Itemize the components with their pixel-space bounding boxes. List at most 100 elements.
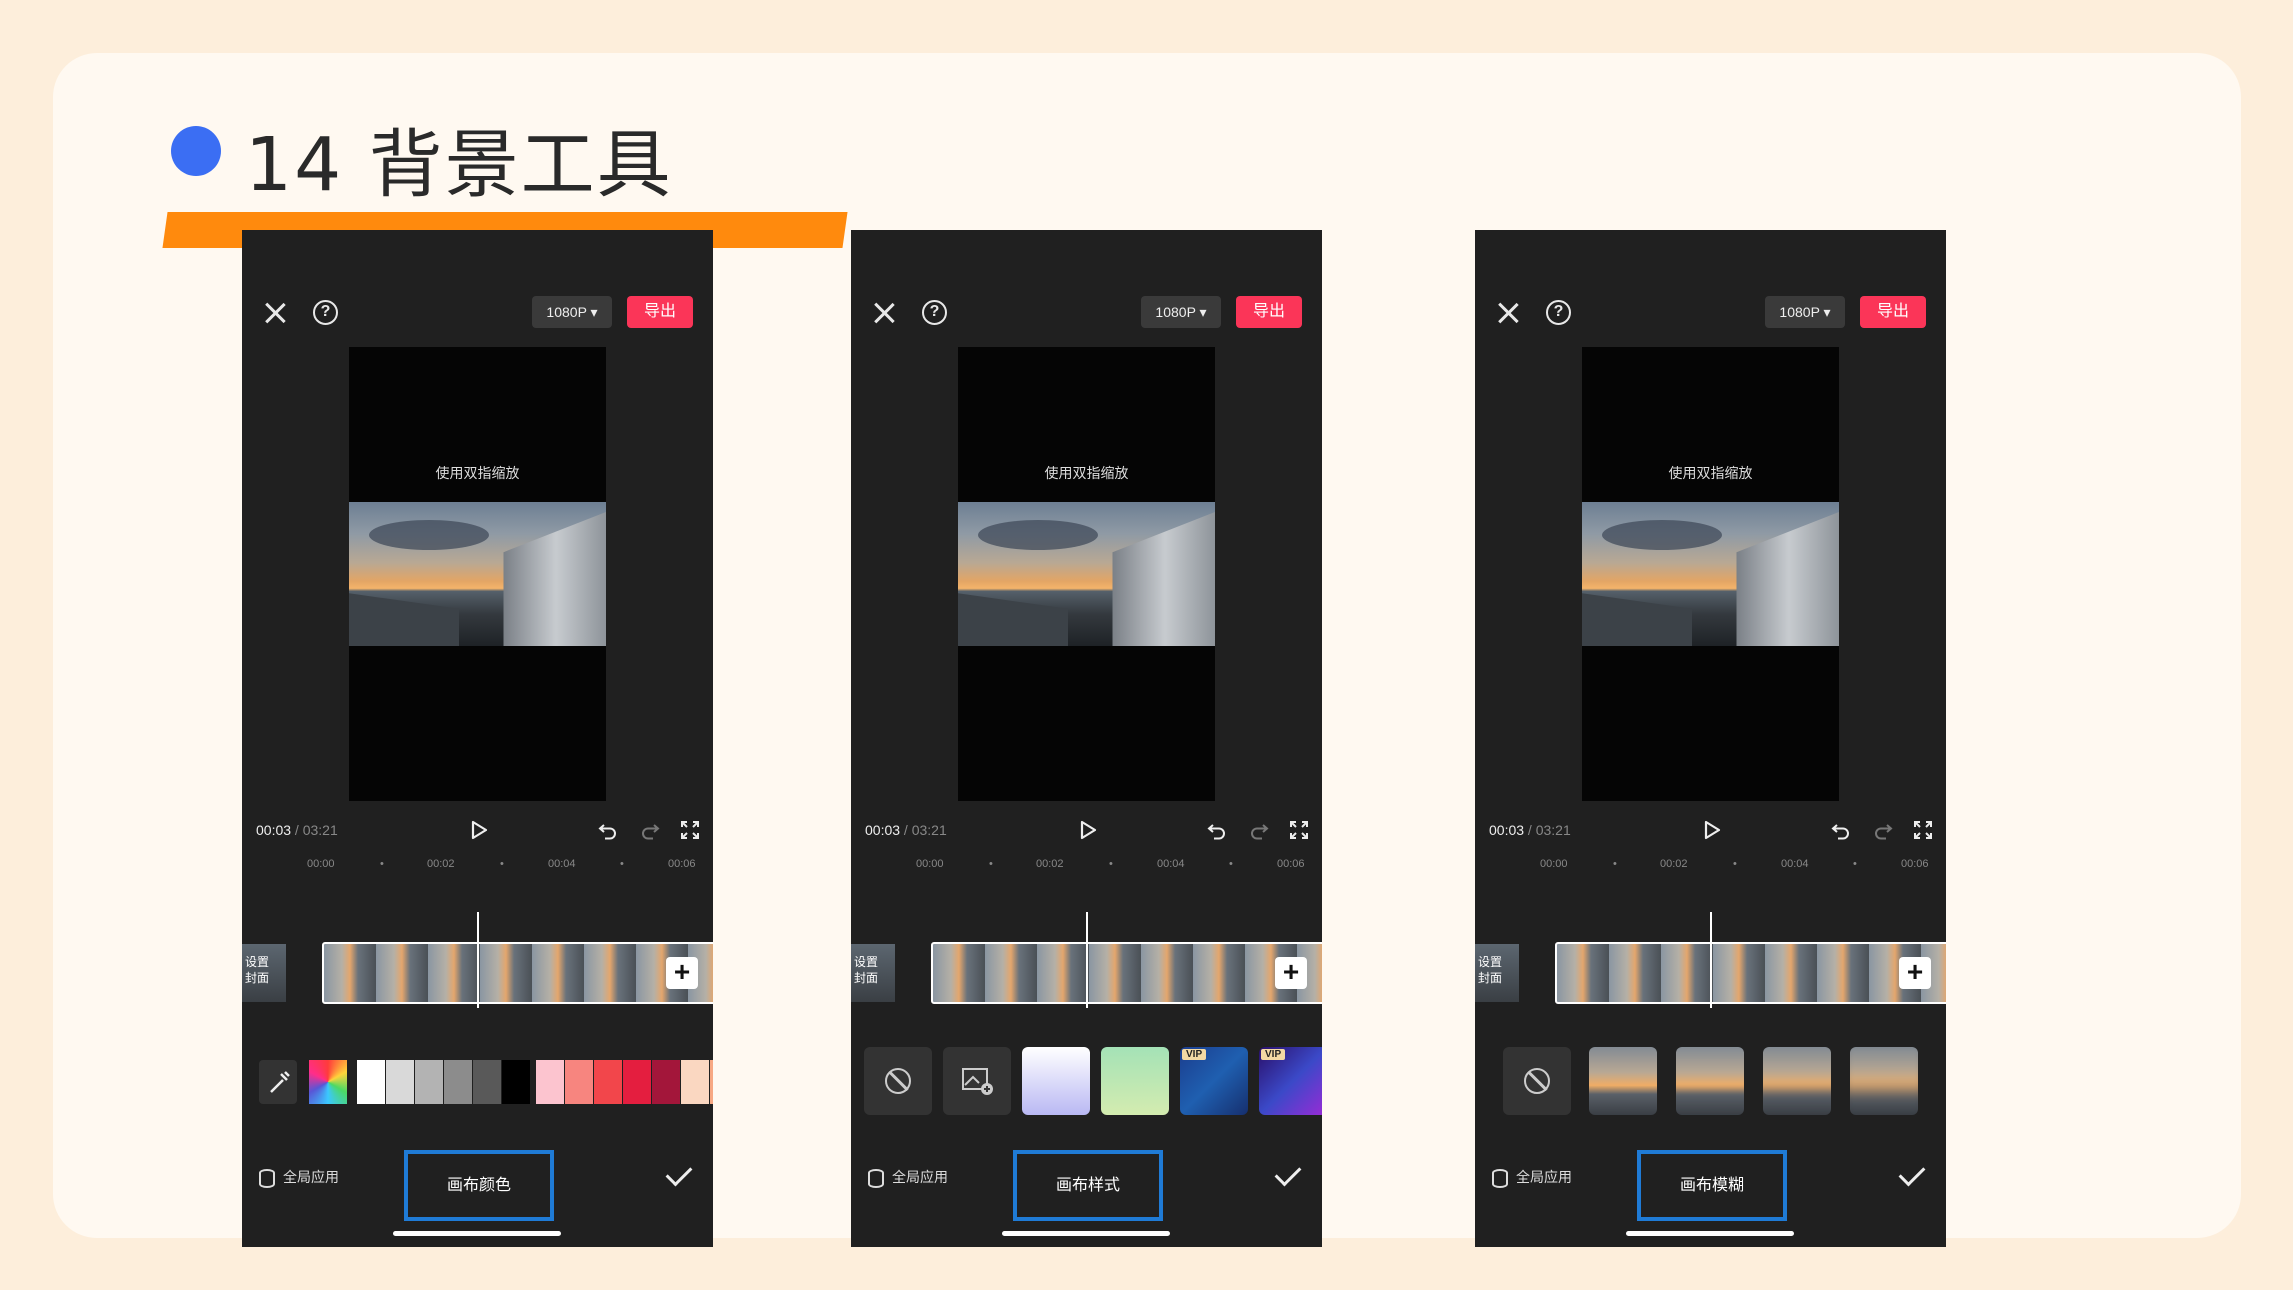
undo-icon[interactable] [1207, 820, 1227, 840]
help-icon[interactable]: ? [922, 300, 947, 325]
left-building [958, 593, 1068, 646]
playback-controls: 00:03 / 03:21 [1475, 816, 1946, 846]
ruler-tick: • [1109, 858, 1113, 870]
resolution-dropdown[interactable]: 1080P ▾ [532, 296, 612, 328]
blur-level-tile[interactable] [1589, 1047, 1657, 1115]
redo-icon[interactable] [640, 820, 660, 840]
sky-clouds [978, 520, 1098, 550]
color-swatch[interactable] [710, 1060, 713, 1104]
global-apply-button[interactable]: 全局应用 [868, 1167, 948, 1188]
ruler-tick: • [500, 858, 504, 870]
fullscreen-icon[interactable] [1913, 820, 1933, 840]
color-swatch[interactable] [386, 1060, 414, 1104]
blur-level-tile[interactable] [1850, 1047, 1918, 1115]
add-image-button[interactable] [943, 1047, 1011, 1115]
color-swatch[interactable] [502, 1060, 530, 1104]
confirm-check-icon[interactable] [1274, 1159, 1302, 1187]
canvas-tab[interactable]: 画布样式 [1013, 1150, 1163, 1221]
redo-icon[interactable] [1873, 820, 1893, 840]
color-swatch[interactable] [623, 1060, 651, 1104]
color-swatch[interactable] [594, 1060, 622, 1104]
set-cover-button[interactable]: 设置 封面 [851, 944, 895, 1002]
add-clip-button[interactable]: + [1275, 957, 1307, 989]
slide-title: 14 背景工具 [245, 122, 673, 208]
close-icon[interactable] [873, 302, 895, 324]
undo-icon[interactable] [1831, 820, 1851, 840]
style-tile[interactable] [1022, 1047, 1090, 1115]
ruler-tick: • [1853, 858, 1857, 870]
style-tile[interactable]: VIP [1180, 1047, 1248, 1115]
total-time: / 03:21 [291, 822, 338, 838]
color-swatch[interactable] [444, 1060, 472, 1104]
bottom-bar: 全局应用 画布颜色 [242, 1150, 713, 1221]
fullscreen-icon[interactable] [1289, 820, 1309, 840]
canvas-tab[interactable]: 画布颜色 [404, 1150, 554, 1221]
confirm-check-icon[interactable] [665, 1159, 693, 1187]
playback-controls: 00:03 / 03:21 [851, 816, 1322, 846]
resolution-dropdown[interactable]: 1080P ▾ [1141, 296, 1221, 328]
video-clip[interactable] [931, 942, 1322, 1004]
total-time: / 03:21 [900, 822, 947, 838]
video-preview[interactable]: 使用双指缩放 [958, 347, 1215, 801]
phone-screen-color: ? 1080P ▾ 导出 使用双指缩放 00:03 / 03:21 00:00 … [242, 230, 713, 1247]
color-swatch[interactable] [473, 1060, 501, 1104]
close-icon[interactable] [264, 302, 286, 324]
playhead[interactable] [1086, 912, 1088, 1008]
color-swatch[interactable] [681, 1060, 709, 1104]
export-button[interactable]: 导出 [627, 296, 693, 328]
blur-level-tile[interactable] [1763, 1047, 1831, 1115]
video-preview[interactable]: 使用双指缩放 [1582, 347, 1839, 801]
global-apply-button[interactable]: 全局应用 [259, 1167, 339, 1188]
phone-screen-style: ? 1080P ▾ 导出 使用双指缩放 00:03 / 03:21 00:00 … [851, 230, 1322, 1247]
export-button[interactable]: 导出 [1860, 296, 1926, 328]
bottom-bar: 全局应用 画布模糊 [1475, 1150, 1946, 1221]
help-icon[interactable]: ? [1546, 300, 1571, 325]
undo-icon[interactable] [598, 820, 618, 840]
color-swatch[interactable] [357, 1060, 385, 1104]
ruler-tick: 00:00 [1540, 858, 1568, 870]
play-icon[interactable] [470, 820, 488, 840]
blur-level-tile[interactable] [1676, 1047, 1744, 1115]
custom-color-picker[interactable] [309, 1060, 347, 1104]
add-clip-button[interactable]: + [666, 957, 698, 989]
export-button[interactable]: 导出 [1236, 296, 1302, 328]
sky-clouds [1602, 520, 1722, 550]
style-tile[interactable] [1101, 1047, 1169, 1115]
ruler-tick: 00:00 [916, 858, 944, 870]
playback-controls: 00:03 / 03:21 [242, 816, 713, 846]
style-tile[interactable]: VIP [1259, 1047, 1322, 1115]
color-swatch[interactable] [565, 1060, 593, 1104]
video-clip[interactable] [1555, 942, 1946, 1004]
set-cover-button[interactable]: 设置 封面 [1475, 944, 1519, 1002]
video-preview[interactable]: 使用双指缩放 [349, 347, 606, 801]
eyedropper-icon[interactable] [259, 1060, 297, 1104]
play-icon[interactable] [1079, 820, 1097, 840]
phone-screen-blur: ? 1080P ▾ 导出 使用双指缩放 00:03 / 03:21 00:00 … [1475, 230, 1946, 1247]
resolution-dropdown[interactable]: 1080P ▾ [1765, 296, 1845, 328]
confirm-check-icon[interactable] [1898, 1159, 1926, 1187]
no-blur-button[interactable] [1503, 1047, 1571, 1115]
color-swatch[interactable] [652, 1060, 680, 1104]
ruler-tick: 00:04 [548, 858, 576, 870]
time-display: 00:03 / 03:21 [256, 822, 338, 838]
fullscreen-icon[interactable] [680, 820, 700, 840]
add-clip-button[interactable]: + [1899, 957, 1931, 989]
time-display: 00:03 / 03:21 [865, 822, 947, 838]
color-swatch[interactable] [415, 1060, 443, 1104]
ruler-tick: • [989, 858, 993, 870]
close-icon[interactable] [1497, 302, 1519, 324]
color-swatch[interactable] [536, 1060, 564, 1104]
global-apply-button[interactable]: 全局应用 [1492, 1167, 1572, 1188]
help-icon[interactable]: ? [313, 300, 338, 325]
vip-badge: VIP [1261, 1049, 1286, 1060]
set-cover-button[interactable]: 设置 封面 [242, 944, 286, 1002]
ruler-tick: 00:06 [668, 858, 696, 870]
video-clip[interactable] [322, 942, 713, 1004]
canvas-tab[interactable]: 画布模糊 [1637, 1150, 1787, 1221]
playhead[interactable] [477, 912, 479, 1008]
playhead[interactable] [1710, 912, 1712, 1008]
no-style-button[interactable] [864, 1047, 932, 1115]
redo-icon[interactable] [1249, 820, 1269, 840]
ruler-tick: • [620, 858, 624, 870]
play-icon[interactable] [1703, 820, 1721, 840]
